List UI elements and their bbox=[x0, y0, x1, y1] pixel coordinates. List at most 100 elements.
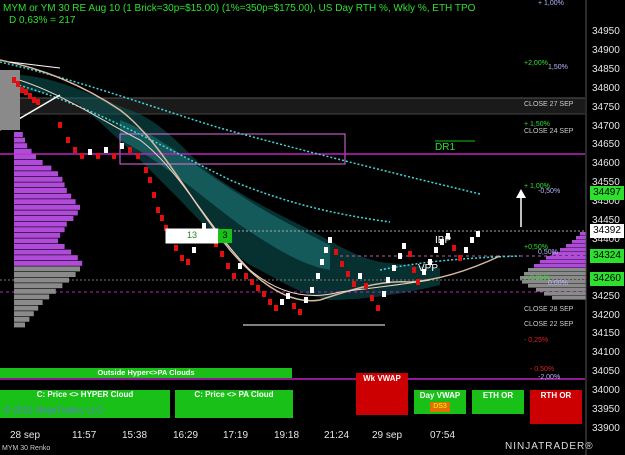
price-axis-label: 34700 bbox=[592, 120, 620, 132]
price-tag-level: 34392 bbox=[590, 224, 624, 238]
renko-brick bbox=[292, 303, 296, 309]
renko-brick bbox=[202, 223, 206, 229]
renko-brick bbox=[298, 309, 302, 315]
time-axis-label: 19:18 bbox=[274, 430, 300, 441]
renko-brick bbox=[156, 207, 160, 213]
volume-profile-bar bbox=[14, 193, 72, 199]
volume-profile-bar bbox=[14, 322, 25, 328]
level-pct-200: +2,00% bbox=[524, 60, 548, 67]
time-axis-label: 11:57 bbox=[72, 430, 97, 441]
renko-brick bbox=[160, 215, 164, 221]
eth-or-button[interactable]: ETH OR bbox=[472, 391, 524, 400]
price-axis-label: 34750 bbox=[592, 101, 620, 113]
time-axis-label: 29 sep bbox=[372, 430, 403, 441]
volume-profile-bar bbox=[14, 316, 30, 322]
right-profile-bar bbox=[560, 248, 586, 252]
level-close-24: CLOSE 24 SEP bbox=[524, 128, 574, 135]
volume-profile-bar bbox=[14, 221, 67, 227]
volume-profile-bar bbox=[14, 272, 76, 277]
volume-profile-bar bbox=[14, 160, 43, 165]
level-neg-200: -2,00% bbox=[538, 374, 561, 381]
price-axis-label: 34800 bbox=[592, 82, 620, 94]
renko-brick bbox=[120, 143, 124, 149]
volume-profile-bar bbox=[14, 305, 39, 311]
price-tag-last: 34497 bbox=[590, 186, 624, 200]
renko-brick bbox=[24, 89, 28, 95]
right-profile-bar bbox=[576, 236, 586, 240]
renko-brick bbox=[370, 295, 374, 301]
renko-brick bbox=[452, 245, 456, 251]
renko-brick bbox=[32, 97, 36, 103]
level-neg-050: - 0,50% bbox=[530, 366, 555, 373]
hyper-cloud-button[interactable]: C: Price <> HYPER Cloud bbox=[0, 390, 170, 399]
time-axis-label: 21:24 bbox=[324, 430, 350, 441]
instrument-label: MYM 30 Renko bbox=[2, 445, 51, 452]
price-chart[interactable] bbox=[0, 0, 625, 455]
volume-profile-bar bbox=[14, 283, 63, 289]
price-tag-low: 34260 bbox=[590, 272, 624, 286]
renko-brick bbox=[274, 305, 278, 311]
renko-brick bbox=[20, 87, 24, 93]
renko-brick bbox=[144, 167, 148, 173]
price-axis-label: 34150 bbox=[592, 328, 620, 340]
level-pct-050c: 0,50% bbox=[538, 249, 558, 256]
price-axis-label: 34600 bbox=[592, 158, 620, 170]
right-profile-bar bbox=[580, 232, 586, 236]
right-profile-bar bbox=[540, 260, 586, 264]
volume-profile-bar bbox=[0, 70, 20, 130]
volume-profile-bar bbox=[14, 171, 58, 177]
renko-brick bbox=[320, 259, 324, 265]
rth-or-button[interactable]: RTH OR bbox=[530, 391, 582, 400]
volume-profile-bar bbox=[14, 244, 65, 249]
brick-counter: 13 bbox=[186, 230, 197, 240]
renko-brick bbox=[180, 255, 184, 261]
price-axis-label: 33900 bbox=[592, 422, 620, 434]
renko-brick bbox=[250, 279, 254, 285]
renko-brick bbox=[148, 177, 152, 183]
price-axis-label: 34950 bbox=[592, 26, 620, 37]
copyright: © 2021 NinjaTrader, LLC bbox=[4, 405, 104, 415]
chart-title: MYM or YM 30 RE Aug 10 (1 Brick=30p=$15.… bbox=[3, 3, 476, 14]
volume-profile-bar bbox=[14, 132, 23, 137]
volume-profile-bar bbox=[14, 311, 34, 317]
vpp-label: VPP bbox=[418, 263, 439, 274]
volume-profile-bar bbox=[14, 255, 78, 261]
renko-brick bbox=[136, 153, 140, 159]
renko-brick bbox=[334, 249, 338, 255]
volume-profile-bar bbox=[14, 300, 43, 305]
time-axis-label: 28 sep bbox=[10, 430, 41, 441]
renko-brick bbox=[112, 153, 116, 159]
volume-profile-bar bbox=[14, 148, 32, 154]
renko-brick bbox=[66, 137, 70, 143]
renko-brick bbox=[402, 243, 406, 249]
volume-profile-bar bbox=[14, 143, 28, 149]
renko-brick bbox=[58, 122, 62, 128]
wk-vwap-button[interactable]: Wk VWAP bbox=[356, 374, 408, 383]
brand-logo: NINJATRADER® bbox=[505, 441, 594, 452]
renko-brick bbox=[476, 231, 480, 237]
level-pct-025: + 0,25% bbox=[524, 275, 550, 282]
renko-brick bbox=[174, 245, 178, 251]
volume-profile-bar bbox=[14, 199, 76, 205]
level-close-28: CLOSE 28 SEP bbox=[524, 306, 574, 313]
right-profile-bar bbox=[546, 256, 586, 260]
price-axis-label: 34100 bbox=[592, 347, 620, 359]
pa-cloud-button[interactable]: C: Price <> PA Cloud bbox=[175, 390, 293, 399]
renko-brick bbox=[310, 287, 314, 293]
renko-brick bbox=[416, 279, 420, 285]
level-pct-050: -0,50% bbox=[538, 188, 561, 195]
day-vwap-button[interactable]: Day VWAP bbox=[414, 391, 466, 400]
renko-brick bbox=[16, 81, 20, 87]
volume-profile-bar bbox=[14, 266, 80, 272]
level-close-27: CLOSE 27 SEP bbox=[524, 101, 574, 108]
volume-profile-bar bbox=[14, 154, 36, 160]
right-profile-bar bbox=[552, 296, 586, 300]
volume-profile-bar bbox=[14, 232, 61, 238]
level-pct-150b: + 1,50% bbox=[524, 121, 550, 128]
volume-profile-bar bbox=[14, 227, 65, 233]
renko-brick bbox=[244, 273, 248, 279]
volume-profile-bar bbox=[14, 165, 52, 171]
renko-brick bbox=[256, 285, 260, 291]
renko-brick bbox=[304, 297, 308, 303]
outside-clouds-bar[interactable]: Outside Hyper<>PA Clouds bbox=[0, 368, 292, 377]
